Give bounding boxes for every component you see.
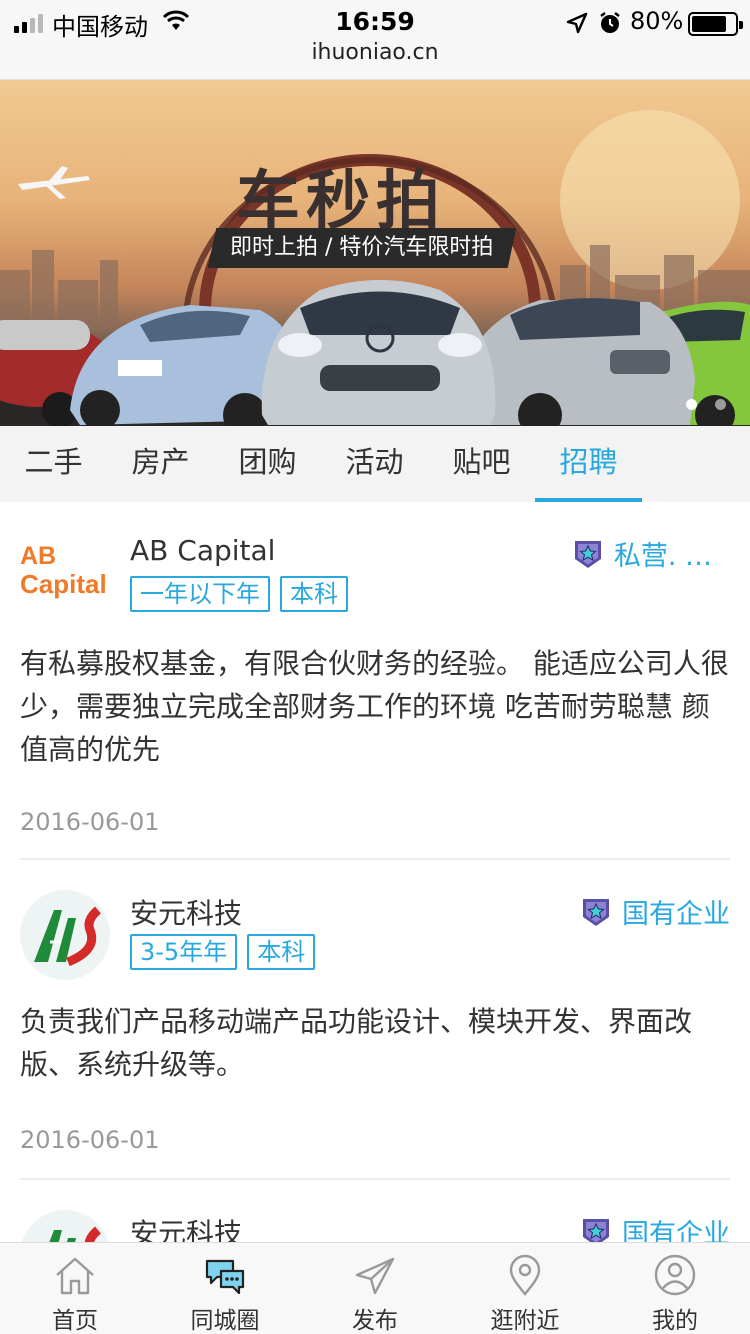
address-bar[interactable]: ihuoniao.cn: [0, 40, 750, 65]
company-type: 私营. …: [572, 534, 712, 573]
star-shield-icon: [583, 898, 609, 926]
logo-text-line-1: AB: [20, 542, 57, 570]
post-date: 2016-06-01: [20, 808, 160, 836]
job-tags: 3-5年年 本科: [130, 934, 316, 970]
company-name: AB Capital: [130, 534, 276, 567]
category-tabs: 二手 房产 团购 活动 贴吧 招聘: [0, 426, 750, 502]
company-type-label: 国有企业: [622, 899, 730, 930]
nav-nearby-label: 逛附近: [490, 1308, 560, 1334]
job-description: 负责我们产品移动端产品功能设计、模块开发、界面改版、系统升级等。: [20, 1005, 693, 1081]
bottom-navigation: 首页 同城圈 发布 逛附近 我的: [0, 1242, 750, 1334]
nav-profile[interactable]: 我的: [600, 1243, 750, 1334]
job-tags: 一年以下年 本科: [130, 576, 348, 612]
logo-text-line-2: Capital: [20, 569, 107, 599]
tab-jobs[interactable]: 招聘: [535, 426, 642, 502]
company-logo: [20, 890, 110, 980]
nav-community-label: 同城圈: [190, 1308, 260, 1334]
battery-percentage: 80%: [630, 7, 684, 35]
location-pin-icon: [509, 1254, 541, 1296]
nav-publish[interactable]: 发布: [300, 1243, 450, 1334]
tab-forum[interactable]: 贴吧: [428, 426, 535, 502]
company-name: 安元科技: [130, 897, 243, 930]
carousel-dot-1[interactable]: [686, 399, 697, 410]
education-tag: 本科: [247, 934, 316, 970]
company-type: 国有企业: [580, 892, 730, 931]
paper-plane-icon: [355, 1257, 395, 1295]
promo-banner[interactable]: 车秒拍 即时上拍 / 特价汽车限时拍: [0, 80, 750, 426]
nav-nearby[interactable]: 逛附近: [450, 1243, 600, 1334]
post-date: 2016-06-01: [20, 1126, 160, 1154]
user-icon: [654, 1254, 696, 1296]
tab-events[interactable]: 活动: [321, 426, 428, 502]
nav-home[interactable]: 首页: [0, 1243, 150, 1334]
location-arrow-icon: [566, 12, 588, 34]
battery-icon: [688, 12, 743, 36]
nav-profile-label: 我的: [652, 1308, 698, 1334]
experience-tag: 3-5年年: [130, 934, 238, 970]
nav-community[interactable]: 同城圈: [150, 1243, 300, 1334]
education-tag: 本科: [280, 576, 348, 612]
carousel-indicator[interactable]: [686, 399, 726, 410]
tab-second-hand[interactable]: 二手: [0, 426, 107, 502]
company-type-label: 私营. …: [613, 541, 712, 572]
carousel-dot-2[interactable]: [715, 399, 726, 410]
company-logo: AB Capital: [20, 542, 110, 632]
star-shield-icon: [574, 540, 601, 568]
tab-group-buy[interactable]: 团购: [214, 426, 321, 502]
nav-publish-label: 发布: [352, 1308, 398, 1334]
status-bar: 中国移动 16:59 80% ihuoniao.cn: [0, 0, 750, 80]
chat-bubbles-icon: [205, 1259, 245, 1295]
nav-home-label: 首页: [52, 1308, 98, 1334]
job-card[interactable]: 安元科技 3-5年年 本科 国有企业 负责我们产品移动端产品功能设计、模块开发、…: [20, 860, 730, 1180]
job-card[interactable]: AB Capital AB Capital 一年以下年 本科 私营. … 有私募…: [20, 502, 730, 860]
alarm-clock-icon: [600, 12, 620, 33]
job-list: AB Capital AB Capital 一年以下年 本科 私营. … 有私募…: [0, 502, 750, 1300]
banner-subtitle: 即时上拍 / 特价汽车限时拍: [207, 228, 517, 268]
home-icon: [56, 1257, 94, 1295]
experience-tag: 一年以下年: [130, 576, 270, 612]
anyuan-logo-icon: [34, 906, 102, 967]
job-description: 有私募股权基金，有限合伙财务的经验。 能适应公司人很少，需要独立完成全部财务工作…: [20, 647, 729, 766]
tab-real-estate[interactable]: 房产: [107, 426, 214, 502]
